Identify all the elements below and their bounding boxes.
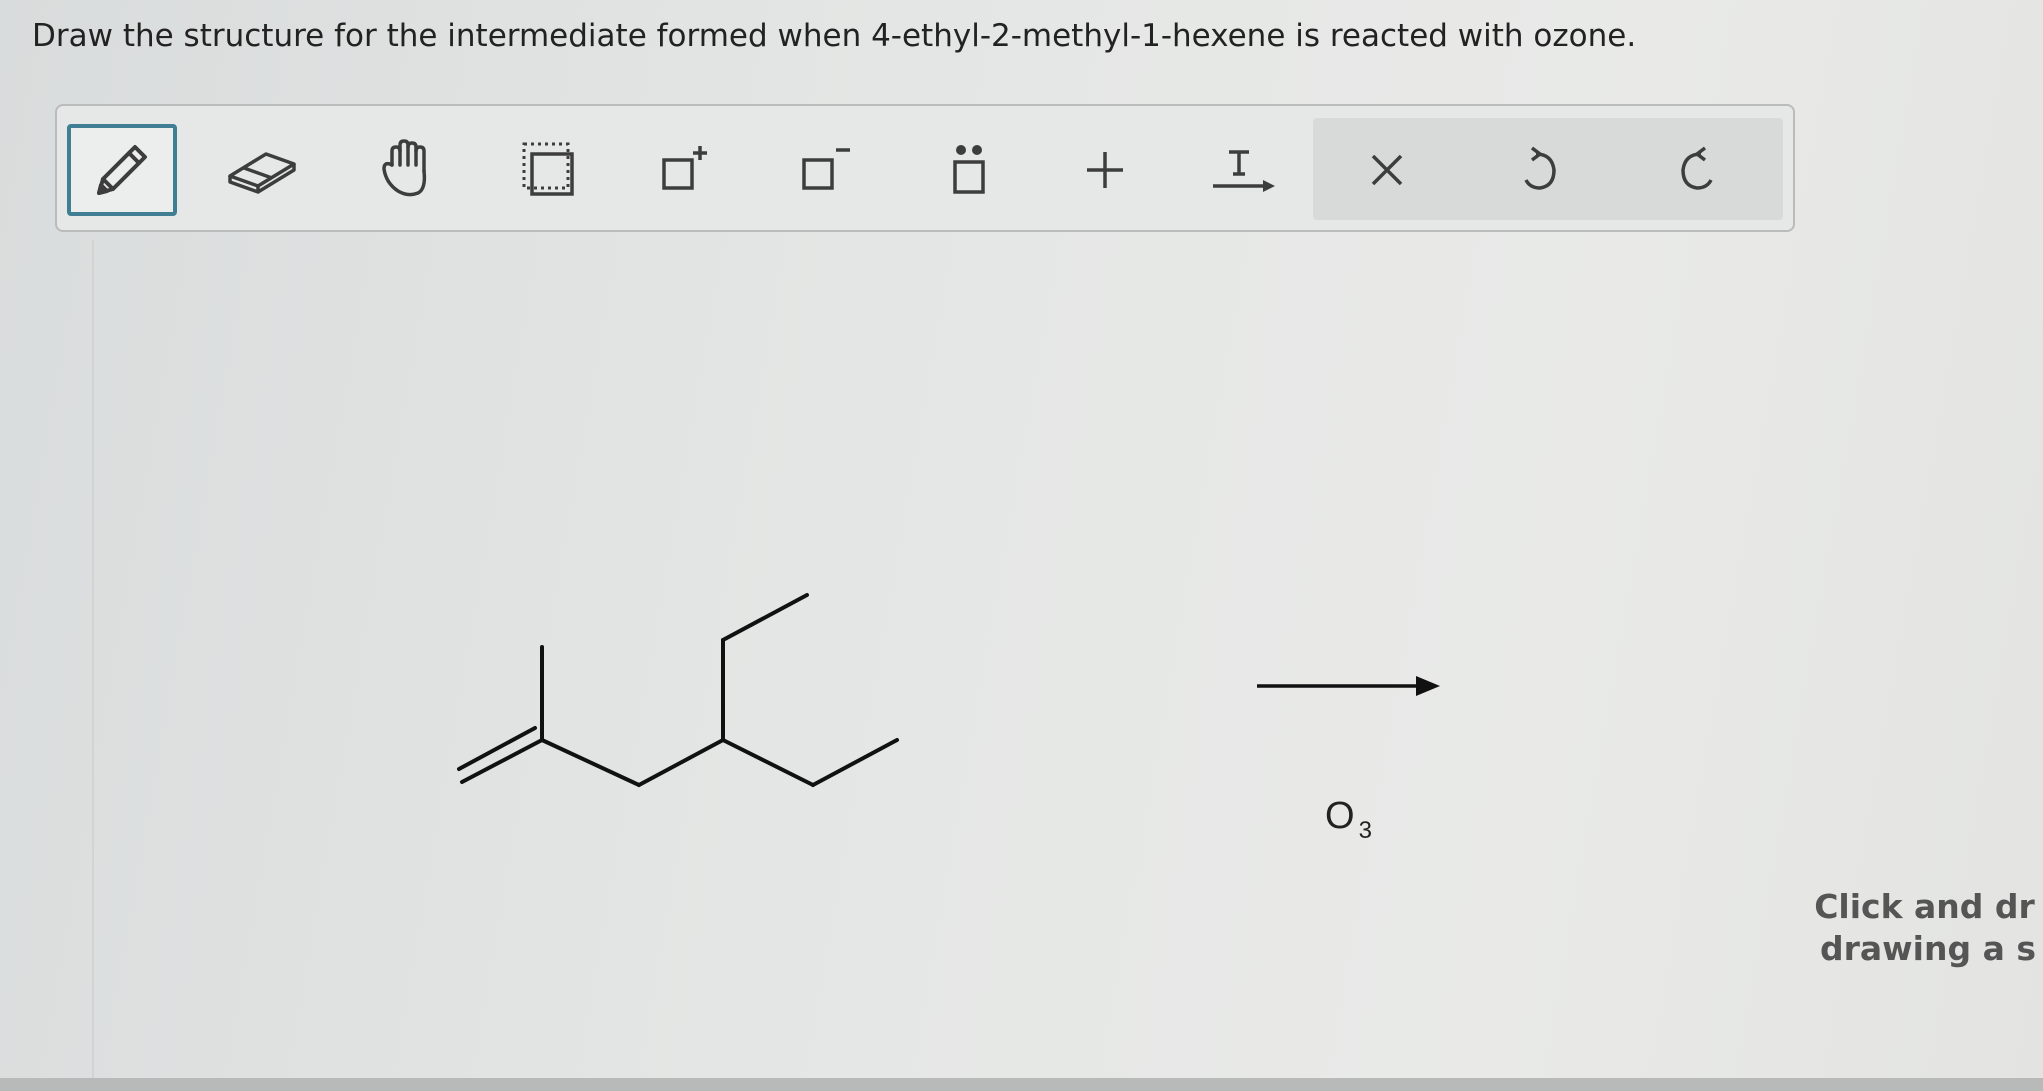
hand-icon <box>382 139 427 197</box>
negative-charge-tool-button[interactable] <box>773 124 883 216</box>
pencil-icon <box>97 145 147 195</box>
lone-pair-icon <box>953 145 985 194</box>
bottom-edge-bar <box>0 1078 2043 1091</box>
plus-tool-button[interactable] <box>1050 124 1160 216</box>
redo-icon <box>1681 146 1713 190</box>
pencil-tool-button[interactable] <box>67 124 177 216</box>
lone-pair-tool-button[interactable] <box>914 124 1024 216</box>
clear-icon <box>1371 154 1403 186</box>
reagent-symbol: O <box>1325 795 1355 837</box>
clear-tool-button[interactable] <box>1332 124 1442 216</box>
eraser-icon <box>228 152 296 194</box>
reaction-arrow <box>1257 676 1440 696</box>
reagent-subscript: 3 <box>1358 817 1372 844</box>
hand-tool-button[interactable] <box>355 124 465 216</box>
undo-tool-button[interactable] <box>1485 124 1595 216</box>
select-box-tool-button[interactable] <box>495 124 605 216</box>
alkene-skeletal-structure <box>457 593 899 787</box>
question-text: Draw the structure for the intermediate … <box>32 18 1637 54</box>
positive-charge-tool-button[interactable] <box>633 124 743 216</box>
reaction-scheme <box>457 593 1440 787</box>
plus-icon <box>1087 152 1123 188</box>
negative-charge-icon <box>802 148 850 190</box>
drawing-hint-line2: drawing a s <box>1820 929 2036 968</box>
drawing-toolbar <box>55 104 1795 232</box>
redo-tool-button[interactable] <box>1642 124 1752 216</box>
eraser-tool-button[interactable] <box>207 124 317 216</box>
reagent-label: O3 <box>1325 795 1372 844</box>
undo-icon <box>1524 146 1556 190</box>
text-arrow-icon <box>1213 150 1275 192</box>
drawing-canvas[interactable]: O3 Click and dr drawing a s <box>0 240 2043 1078</box>
positive-charge-icon <box>662 146 707 190</box>
text-arrow-tool-button[interactable] <box>1188 124 1298 216</box>
select-box-icon <box>522 142 574 196</box>
drawing-hint: Click and dr drawing a s <box>1806 886 2043 970</box>
drawing-hint-line1: Click and dr <box>1814 887 2035 926</box>
